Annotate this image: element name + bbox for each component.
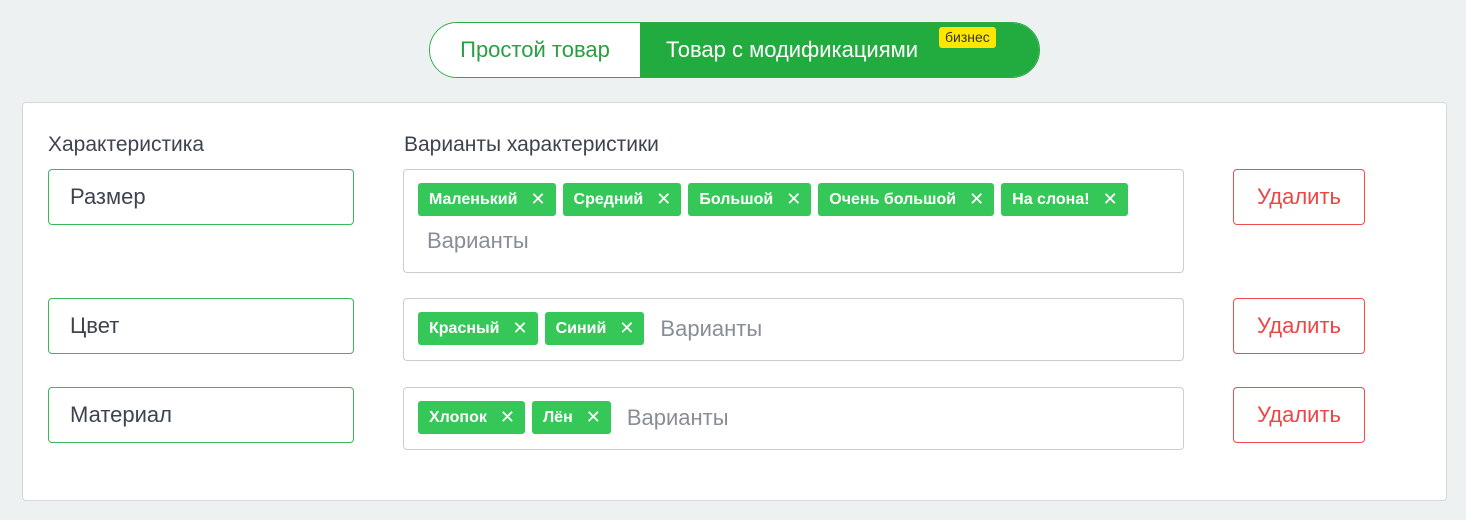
modifications-label: Товар с модификациями [666, 37, 919, 62]
product-type-toggle: Простой товар Товар с модификациями бизн… [429, 22, 1040, 78]
variants-placeholder[interactable]: Варианты [427, 224, 529, 257]
variants-placeholder[interactable]: Варианты [660, 312, 762, 345]
characteristic-name-input[interactable]: Цвет [48, 298, 354, 354]
variant-tag-label: Средний [573, 190, 644, 208]
variant-tag-label: Хлопок [429, 408, 487, 426]
variant-tag: На слона! ✕ [1001, 183, 1128, 216]
variants-column-label: Варианты характеристики [404, 133, 659, 156]
variants-input[interactable]: Красный ✕ Синий ✕ Варианты [403, 298, 1184, 361]
variant-tag: Синий ✕ [544, 312, 645, 345]
characteristic-name-input[interactable]: Размер [48, 169, 354, 225]
variant-tag: Хлопок ✕ [418, 401, 525, 434]
close-icon[interactable]: ✕ [619, 318, 634, 339]
variant-tag: Маленький ✕ [418, 183, 556, 216]
delete-button[interactable]: Удалить [1233, 169, 1365, 225]
close-icon[interactable]: ✕ [586, 407, 601, 428]
variants-input[interactable]: Хлопок ✕ Лён ✕ Варианты [403, 387, 1184, 450]
variant-tag: Очень большой ✕ [818, 183, 995, 216]
variants-input[interactable]: Маленький ✕ Средний ✕ Большой ✕ Очень большой ✕… [403, 169, 1184, 273]
close-icon[interactable]: ✕ [500, 407, 515, 428]
close-icon[interactable]: ✕ [786, 189, 801, 210]
close-icon[interactable]: ✕ [530, 189, 545, 210]
variant-tag: Лён ✕ [531, 401, 611, 434]
variant-tag: Красный ✕ [418, 312, 538, 345]
variant-tag-label: Очень большой [829, 190, 957, 208]
variant-tag-label: Красный [429, 319, 500, 337]
variant-tag-label: На слона! [1012, 190, 1090, 208]
delete-button[interactable]: Удалить [1233, 387, 1365, 443]
close-icon[interactable]: ✕ [513, 318, 528, 339]
variants-placeholder[interactable]: Варианты [627, 401, 729, 434]
close-icon[interactable]: ✕ [656, 189, 671, 210]
product-with-modifications-option[interactable]: Товар с модификациями бизнес [640, 23, 1039, 77]
variant-tag-label: Лён [542, 408, 573, 426]
simple-product-option[interactable]: Простой товар [430, 23, 640, 77]
delete-button[interactable]: Удалить [1233, 298, 1365, 354]
variant-tag: Большой ✕ [688, 183, 812, 216]
characteristic-name-input[interactable]: Материал [48, 387, 354, 443]
variant-tag-label: Большой [699, 190, 774, 208]
variant-tag: Средний ✕ [562, 183, 682, 216]
close-icon[interactable]: ✕ [1103, 189, 1118, 210]
characteristics-card: Характеристика Варианты характеристики Р… [22, 102, 1447, 501]
business-badge: бизнес [939, 27, 996, 48]
variant-tag-label: Маленький [429, 190, 518, 208]
characteristic-column-label: Характеристика [48, 133, 205, 156]
variant-tag-label: Синий [555, 319, 607, 337]
close-icon[interactable]: ✕ [969, 189, 984, 210]
